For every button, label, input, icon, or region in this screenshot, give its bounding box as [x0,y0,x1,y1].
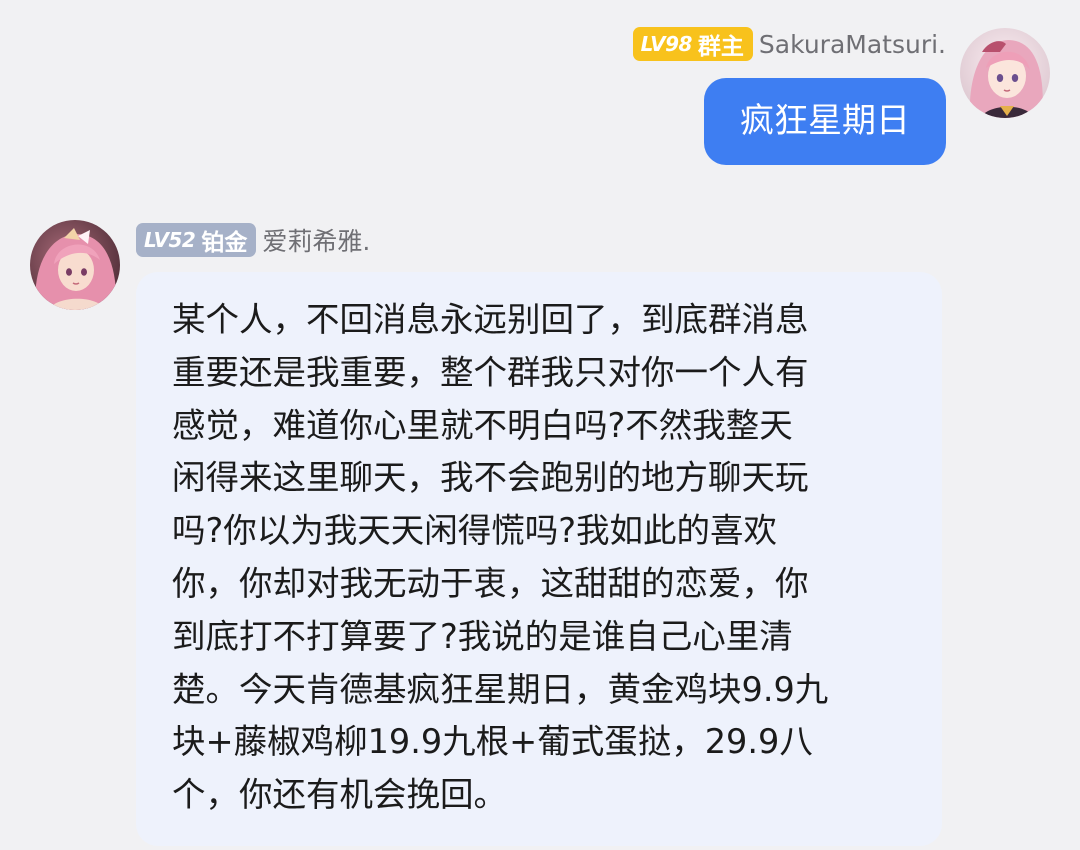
message-text-line: 到底打不打算要了?我说的是谁自己心里清 [172,616,793,656]
avatar-pink-hair-girl-icon[interactable] [960,28,1050,118]
message-text-line: 重要还是我重要，整个群我只对你一个人有 [172,352,809,392]
message-text-line: 块+藤椒鸡柳19.9九根+葡式蛋挞，29.9八 [172,722,813,762]
member-badge-owner[interactable]: LV98 群主 [632,27,753,61]
message-content: LV98 群主 SakuraMatsuri. 疯狂星期日 [632,24,946,165]
sender-line: LV52 铂金 爱莉希雅. [136,220,370,260]
level-label: LV52 [144,228,196,252]
message-text-line: 闲得来这里聊天，我不会跑别的地方聊天玩 [172,458,809,498]
message-text-line: 楚。今天肯德基疯狂星期日，黄金鸡块9.9九 [172,669,829,709]
message-text-line: 感觉，难道你心里就不明白吗?不然我整天 [172,405,793,445]
member-badge-platinum[interactable]: LV52 铂金 [136,223,257,257]
sender-name[interactable]: 爱莉希雅. [262,222,370,258]
avatar-pink-hair-girl-icon[interactable] [30,220,120,310]
title-label: 群主 [697,34,744,60]
message-bubble[interactable]: 某个人，不回消息永远别回了，到底群消息 重要还是我重要，整个群我只对你一个人有 … [136,272,942,846]
message-incoming: LV52 铂金 爱莉希雅. 某个人，不回消息永远别回了，到底群消息 重要还是我重… [30,218,942,846]
message-text-line: 某个人，不回消息永远别回了，到底群消息 [172,300,809,339]
message-content: LV52 铂金 爱莉希雅. 某个人，不回消息永远别回了，到底群消息 重要还是我重… [136,220,942,846]
level-label: LV98 [640,32,693,56]
message-outgoing: LV98 群主 SakuraMatsuri. 疯狂星期日 [632,24,1050,165]
sender-name[interactable]: SakuraMatsuri. [759,30,946,59]
message-text-line: 吗?你以为我天天闲得慌吗?我如此的喜欢 [172,511,778,551]
chat-view: LV98 群主 SakuraMatsuri. 疯狂星期日 LV52 铂金 爱莉希… [0,0,1080,850]
message-bubble[interactable]: 疯狂星期日 [704,78,946,165]
title-label: 铂金 [201,230,248,256]
message-text-line: 个，你还有机会挽回。 [172,775,507,815]
message-text-line: 你，你却对我无动于衷，这甜甜的恋爱，你 [172,563,809,603]
sender-line: LV98 群主 SakuraMatsuri. [632,24,946,64]
